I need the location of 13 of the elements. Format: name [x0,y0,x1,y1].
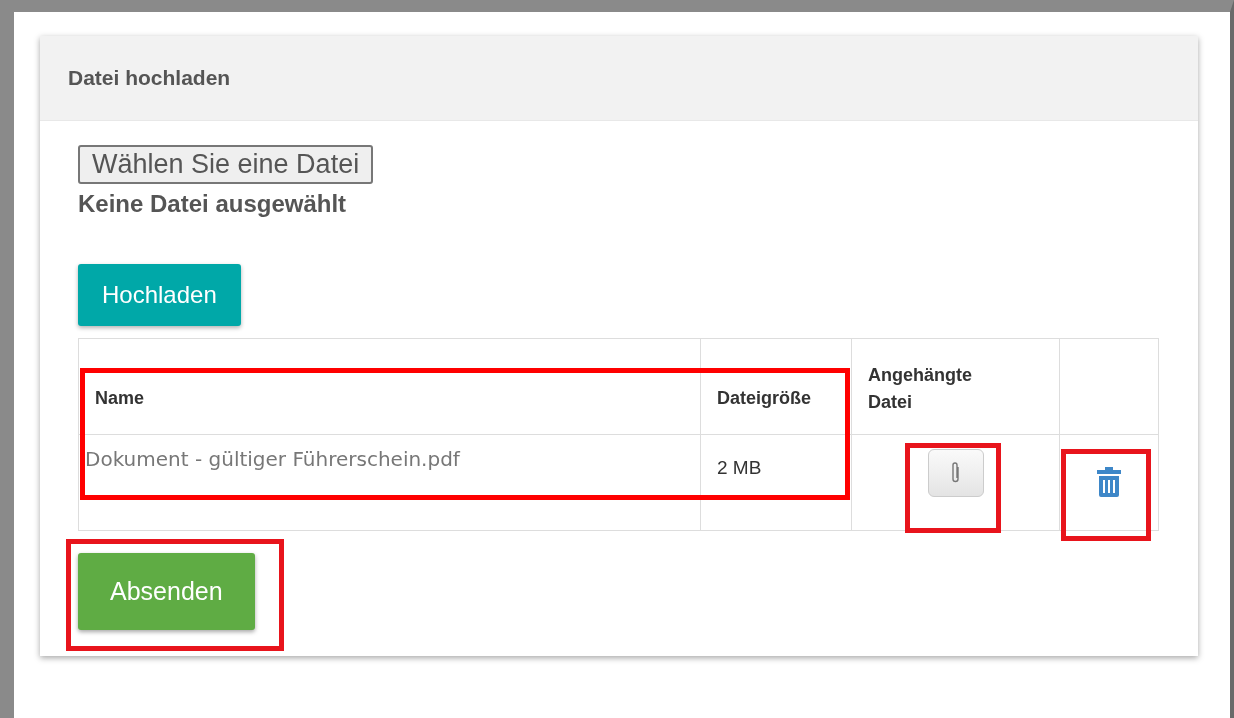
attachment-button[interactable] [927,449,984,497]
column-header: Angehängte Datei [851,338,1060,435]
choose-file-button[interactable]: Wählen Sie eine Datei [78,145,374,184]
submit-button[interactable]: Absenden [78,553,255,630]
table-cell: 2 MB [700,434,852,531]
column-header: Name [78,338,701,435]
paperclip-icon [950,461,961,485]
table-cell: Dokument - gültiger Führerschein.pdf [78,434,701,531]
file-status: Keine Datei ausgewählt [78,190,348,218]
panel-title: Datei hochladen [68,66,231,90]
trash-icon[interactable] [1097,467,1121,497]
upload-button[interactable]: Hochladen [78,264,241,326]
column-header: Dateigröße [700,338,852,435]
